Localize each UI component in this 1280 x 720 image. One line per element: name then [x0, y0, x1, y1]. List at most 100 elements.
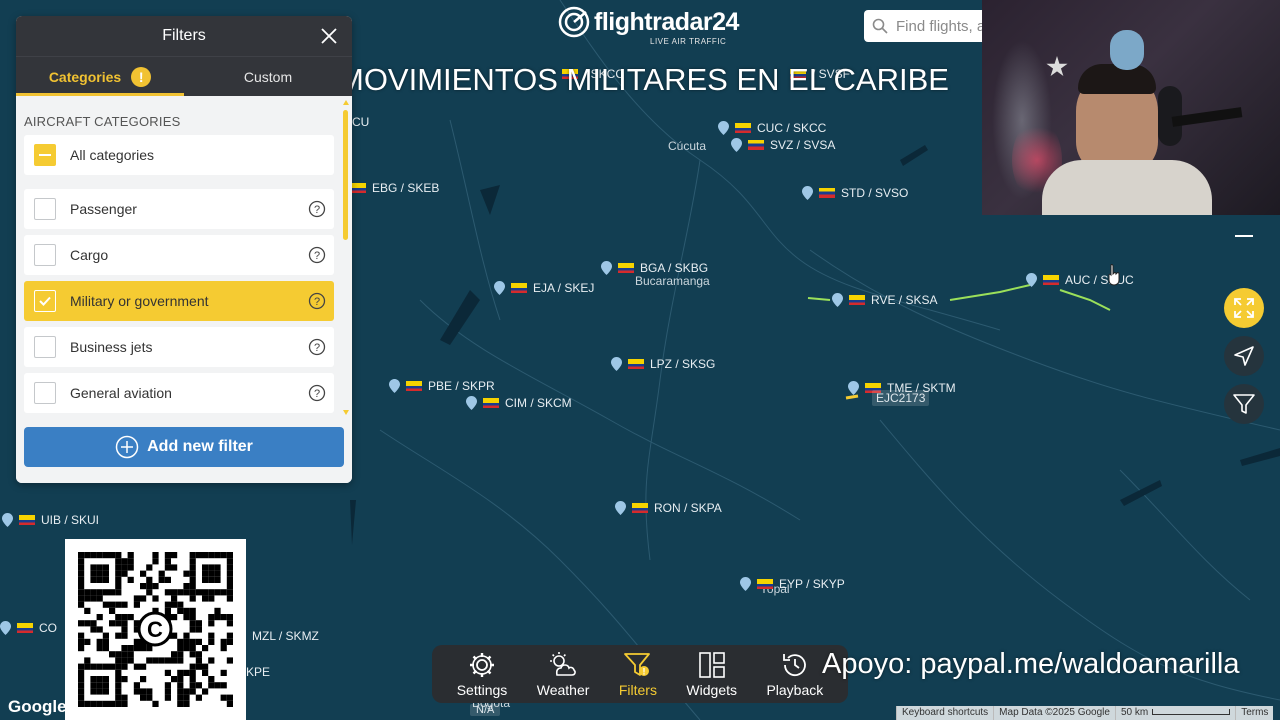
airport-marker[interactable]: PBE / SKPR [389, 378, 495, 394]
help-icon[interactable]: ? [308, 246, 326, 264]
svg-text:!: ! [642, 666, 645, 676]
airport-marker[interactable]: STD / SVSO [802, 185, 908, 201]
checked-checkbox[interactable] [34, 290, 56, 312]
help-icon[interactable]: ? [308, 200, 326, 218]
filter-button[interactable] [1224, 384, 1264, 424]
scroll-up-arrow[interactable] [343, 100, 349, 105]
checkbox[interactable] [34, 336, 56, 358]
locate-button[interactable] [1224, 336, 1264, 376]
scale-bar: 50 km [1114, 706, 1236, 720]
scrollbar-thumb[interactable] [343, 110, 348, 240]
keyboard-shortcuts-link[interactable]: Keyboard shortcuts [896, 706, 994, 720]
colombia-flag-icon [632, 503, 648, 513]
airport-code: SVZ / SVSA [770, 138, 836, 152]
airport-marker[interactable]: CUC / SKCC [718, 120, 826, 136]
airport-marker[interactable]: BGA / SKBG [601, 260, 708, 276]
airport-marker[interactable]: UIB / SKUI [2, 512, 99, 528]
colombia-flag-icon [406, 381, 422, 391]
category-passenger[interactable]: Passenger ? [24, 189, 334, 229]
close-icon[interactable] [318, 25, 340, 47]
scale-line [1152, 709, 1231, 716]
filters-panel: Filters Categories ! Custom AIRCRAFT CAT… [16, 16, 352, 483]
widgets-icon [698, 651, 725, 678]
airport-code: PBE / SKPR [428, 379, 495, 393]
airport-marker[interactable]: RON / SKPA [615, 500, 722, 516]
tab-custom[interactable]: Custom [184, 57, 352, 96]
category-business-jets[interactable]: Business jets ? [24, 327, 334, 367]
toolbar-weather[interactable]: Weather [537, 651, 589, 698]
location-pin-icon [611, 357, 622, 371]
category-general-aviation[interactable]: General aviation ? [24, 373, 334, 413]
airport-marker[interactable]: CO [0, 620, 57, 636]
fullscreen-button[interactable] [1224, 288, 1264, 328]
categories-list[interactable]: AIRCRAFT CATEGORIES All categories Passe… [24, 96, 334, 418]
flightradar24-logo[interactable]: flightradar24 LIVE AIR TRAFFIC [558, 6, 739, 46]
airport-marker[interactable]: EYP / SKYP [740, 576, 845, 592]
svg-text:?: ? [314, 250, 320, 262]
category-cargo[interactable]: Cargo ? [24, 235, 334, 275]
checkbox[interactable] [34, 244, 56, 266]
scroll-down-arrow[interactable] [343, 410, 349, 415]
airport-marker[interactable]: CIM / SKCM [466, 395, 572, 411]
help-icon[interactable]: ? [308, 338, 326, 356]
toolbar-label: Filters [618, 681, 657, 698]
help-icon[interactable]: ? [308, 384, 326, 402]
warning-icon: ! [131, 66, 152, 87]
toolbar-playback[interactable]: Playback [766, 651, 823, 698]
airport-marker[interactable]: RVE / SKSA [832, 292, 937, 308]
airport-marker[interactable]: CU [352, 114, 369, 130]
city-label: Cúcuta [668, 139, 707, 153]
map-data-credit: Map Data ©2025 Google [993, 706, 1115, 720]
checkbox[interactable] [34, 198, 56, 220]
category-military[interactable]: Military or government ? [24, 281, 334, 321]
tab-label: Categories [48, 68, 122, 85]
search-field[interactable]: Find flights, a [864, 10, 988, 42]
fullscreen-icon [1234, 298, 1254, 318]
bottom-toolbar: Settings Weather ! Filters Widgets Playb… [432, 645, 848, 703]
na-label: N/A [470, 704, 501, 716]
toolbar-label: Playback [766, 681, 824, 698]
figurine [1110, 30, 1144, 70]
zoom-out-button[interactable] [1224, 216, 1264, 256]
radar-logo-icon [558, 6, 590, 38]
toolbar-filters[interactable]: ! Filters [619, 651, 657, 698]
flight-callsign-tag[interactable]: EJC2173 [872, 390, 930, 406]
qr-code-image: C [78, 552, 233, 707]
airport-marker[interactable]: EJA / SKEJ [494, 280, 594, 296]
filters-header: Filters [16, 16, 352, 56]
category-all[interactable]: All categories [24, 135, 334, 175]
airport-code: EJA / SKEJ [533, 281, 595, 295]
svg-text:?: ? [314, 342, 320, 354]
minus-icon [1235, 235, 1253, 237]
google-logo: Google [8, 697, 67, 716]
category-label: Military or government [70, 293, 209, 309]
add-filter-button[interactable]: Add new filter [24, 427, 344, 467]
airport-code: STD / SVSO [841, 186, 909, 200]
location-pin-icon [1026, 273, 1037, 287]
checkmark-icon [39, 296, 51, 306]
logo-text: flightradar24 [594, 7, 739, 36]
playback-icon [782, 653, 806, 676]
airport-marker[interactable]: KPE [246, 664, 270, 680]
airport-marker[interactable]: SVZ / SVSA [731, 137, 835, 153]
location-pin-icon [848, 381, 859, 395]
toolbar-settings[interactable]: Settings [457, 651, 507, 698]
add-filter-label: Add new filter [147, 438, 253, 455]
airport-marker[interactable]: EBG / SKEB [350, 180, 439, 196]
category-label: Cargo [70, 247, 109, 263]
filters-body: AIRCRAFT CATEGORIES All categories Passe… [16, 96, 352, 483]
support-overlay-text: Apoyo: paypal.me/waldoamarilla [822, 648, 1240, 680]
indeterminate-checkbox[interactable] [34, 144, 56, 166]
stream-title-overlay: MOVIMIENTOS MILITARES EN EL CARIBE [338, 62, 949, 97]
section-label: AIRCRAFT CATEGORIES [24, 114, 181, 129]
category-label: General aviation [70, 385, 172, 401]
help-icon[interactable]: ? [308, 292, 326, 310]
toolbar-widgets[interactable]: Widgets [686, 651, 737, 698]
terms-link[interactable]: Terms [1235, 706, 1274, 720]
webcam-overlay [982, 0, 1280, 215]
tab-categories[interactable]: Categories ! [16, 57, 184, 96]
plus-circle-icon [115, 435, 139, 459]
airport-marker[interactable]: LPZ / SKSG [611, 356, 715, 372]
airport-code: CUC / SKCC [757, 121, 827, 135]
checkbox[interactable] [34, 382, 56, 404]
